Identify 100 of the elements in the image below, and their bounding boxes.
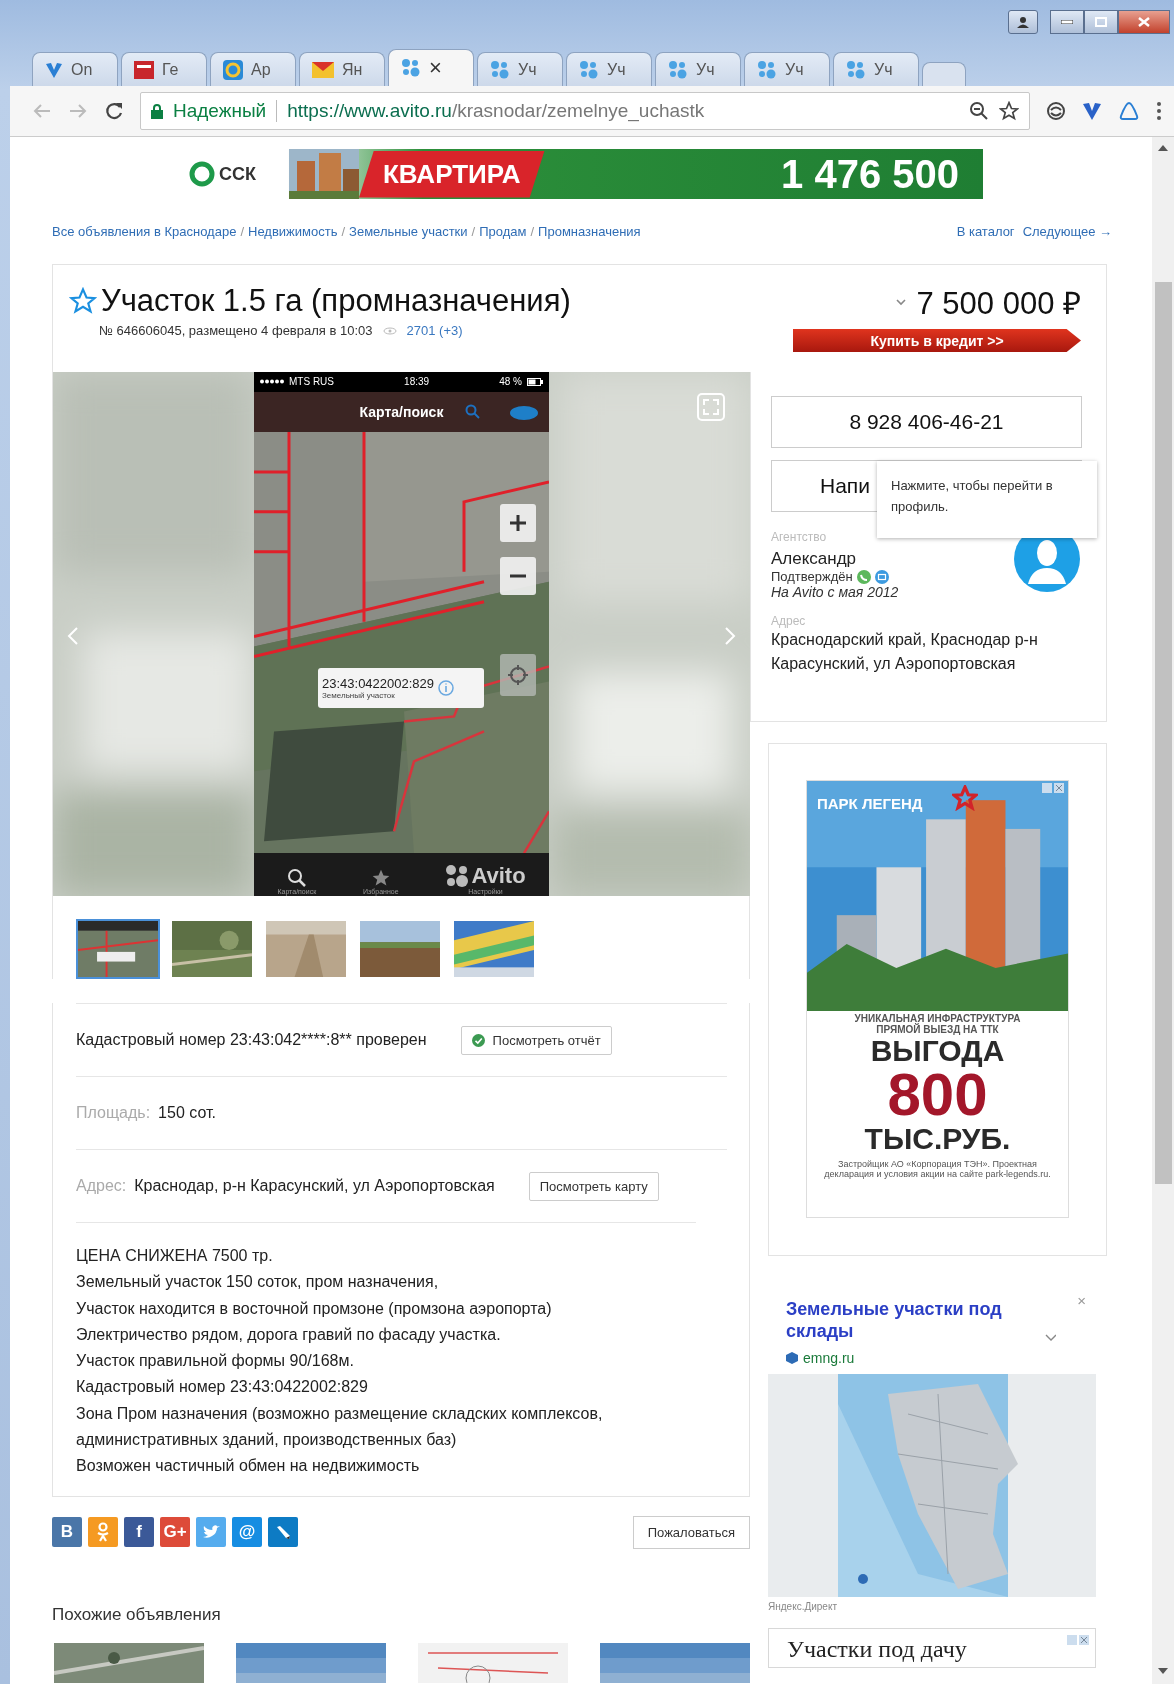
ad-choices-icon[interactable] [1067,1635,1089,1645]
details-button[interactable]: Посмотреть карту [528,1171,659,1201]
field-label: Адрес: [76,1177,127,1195]
scroll-up-icon[interactable] [1158,145,1168,151]
triangle-icon[interactable] [1118,101,1140,121]
star-icon[interactable] [999,101,1019,121]
breadcrumb-separator: / [240,223,244,239]
complain-button[interactable]: Пожаловаться [632,1515,750,1549]
browser-tab[interactable]: Уч [833,52,919,86]
browser-tab[interactable]: Уч [566,52,652,86]
browser-tab[interactable]: Ге [121,52,207,86]
breadcrumb-separator: / [471,223,476,239]
dots-icon [668,59,688,80]
tooltip: Нажмите, чтобы перейти в профиль. [877,461,1097,538]
star-icon [952,785,978,811]
seller-address: Краснодарский край, Краснодар р-н Карасунский, ул Аэропортовская [771,630,1039,674]
reload-icon[interactable] [104,101,124,121]
breadcrumb-link[interactable]: Промназначения [538,223,641,239]
scroll-down-icon[interactable] [1158,1668,1168,1674]
ad-choices-icon[interactable] [1042,783,1064,793]
breadcrumb-link[interactable]: Продам [479,223,527,239]
browser-tab[interactable]: On [32,52,118,86]
browser-tab[interactable]: Уч [655,52,741,86]
square-logo-icon [134,60,154,79]
close-icon [1138,17,1150,27]
details-button[interactable]: Посмотреть отчёт [460,1025,612,1055]
share-button[interactable]: G+ [160,1517,190,1547]
field-value: 150 сот. [158,1104,216,1122]
browser-tab[interactable]: Ap [210,52,296,86]
browser-tab[interactable]: Уч [477,52,563,86]
description-text: Участок находится в восточной промзоне (промзона аэропорта) [76,1298,553,1319]
breadcrumb-link[interactable]: Все объявления в Краснодаре [52,223,237,239]
sync-icon[interactable] [1046,101,1066,121]
field-label: Площадь: [76,1104,151,1122]
listing-title: Участок 1.5 га (промназначения) [101,283,571,319]
ad-title-link[interactable]: Земельные участки под склады [786,1298,1040,1342]
cube-icon [786,1352,798,1364]
mail-badge-icon [874,569,889,584]
share-button[interactable] [268,1517,298,1547]
listing-price: 7 500 000 ₽ [916,285,1081,323]
profile-button[interactable] [1008,10,1038,34]
share-button[interactable]: f [124,1517,154,1547]
menu-icon[interactable] [1156,101,1162,121]
maximize-icon [1095,17,1107,27]
cadastre-status: Кадастровый номер 23:43:042****:8** проверен [76,1031,427,1049]
ad-source: Яндекс.Директ [768,1601,838,1612]
address-label: Адрес [771,614,807,628]
v-shape-icon[interactable] [1082,101,1102,121]
breadcrumb-link[interactable]: Земельные участки [349,223,468,239]
chevron-down-icon[interactable] [896,298,907,306]
share-button[interactable] [196,1517,226,1547]
member-since: На Avito с мая 2012 [771,584,899,600]
nav-link[interactable]: В каталог [956,223,1015,239]
address-bar[interactable]: Надежный https://www.avito.ru/krasnodar/zemelnye_uchastk [140,92,1030,130]
close-button[interactable] [1118,10,1170,34]
ad-panel[interactable]: Участки под дачу [768,1628,1096,1668]
dots-icon [757,59,777,80]
ad-disclaimer: Застройщик АО «Корпорация ТЭН». Проектная декларация и условия акции на сайте park-legends.ru. [823,1158,1052,1179]
favorite-star-icon[interactable] [69,287,97,315]
browser-tab[interactable]: Ян [299,52,385,86]
ring-icon [223,59,243,80]
seller-name[interactable]: Александр [771,549,899,569]
browser-tab[interactable]: Уч [744,52,830,86]
new-tab-button[interactable] [922,62,966,86]
zoom-icon[interactable] [969,101,989,121]
share-button[interactable]: @ [232,1517,262,1547]
description-text: Зона Пром назначения (возможно размещение складских комплексов, административных зданий, производственных баз) [76,1403,604,1451]
v-shape-icon [45,60,63,79]
description-text: Земельный участок 150 соток, пром назначения, [76,1272,440,1293]
credit-button[interactable]: Купить в кредит >> [793,329,1081,352]
minimize-button[interactable] [1050,10,1084,34]
breadcrumb-link[interactable]: Недвижимость [248,223,338,239]
ad-unit: ТЫС.РУБ. [864,1123,1011,1155]
share-button[interactable]: В [52,1517,82,1547]
phone-badge-icon [856,569,871,584]
lock-icon [151,103,163,119]
phone-button[interactable]: 8 928 406-46-21 [771,396,1082,448]
bird-icon [202,1524,220,1540]
chevron-down-icon[interactable] [1045,1334,1056,1342]
close-button[interactable]: × [1077,1292,1086,1309]
check-circle-icon [471,1033,485,1047]
ring-logo-icon [189,161,215,187]
description-text: ЦЕНА СНИЖЕНА 7500 тр. [76,1246,274,1266]
promo-ad[interactable]: ПАРК ЛЕГЕНД УНИКАЛЬНАЯ ИНФРАСТРУКТУРА ПРЯМОЙ ВЫЕЗД НА ТТК ВЫГОДА 800 ТЫС.РУБ. Застройщик АО «Корпорация ТЭН». Проектная декларация и условия акции на сайте park-legends.ru. [806,780,1069,1218]
description-text: Возможен частичный обмен на недвижимость [76,1456,421,1477]
dots-icon [846,59,866,80]
listing-meta: № 646606045, размещено 4 февраля в 10:03 [99,323,373,338]
breadcrumb-separator: / [530,223,535,239]
scrollbar-thumb[interactable] [1154,282,1172,1184]
field-value: Краснодар, р-н Карасунский, ул Аэропортовская [134,1177,495,1195]
person-icon [96,1522,110,1542]
scrollbar[interactable] [1152,137,1174,1684]
ad-tagline: УНИКАЛЬНАЯ ИНФРАСТРУКТУРА [854,1013,1021,1024]
views-link[interactable]: 2701 (+3) [406,323,463,338]
maximize-button[interactable] [1084,10,1118,34]
nav-link[interactable]: Следующее → [1022,223,1112,239]
pencil-icon [275,1524,291,1540]
ad-domain-link[interactable]: emng.ru [803,1350,855,1366]
share-button[interactable] [88,1517,118,1547]
browser-tab[interactable]: × [388,49,474,86]
